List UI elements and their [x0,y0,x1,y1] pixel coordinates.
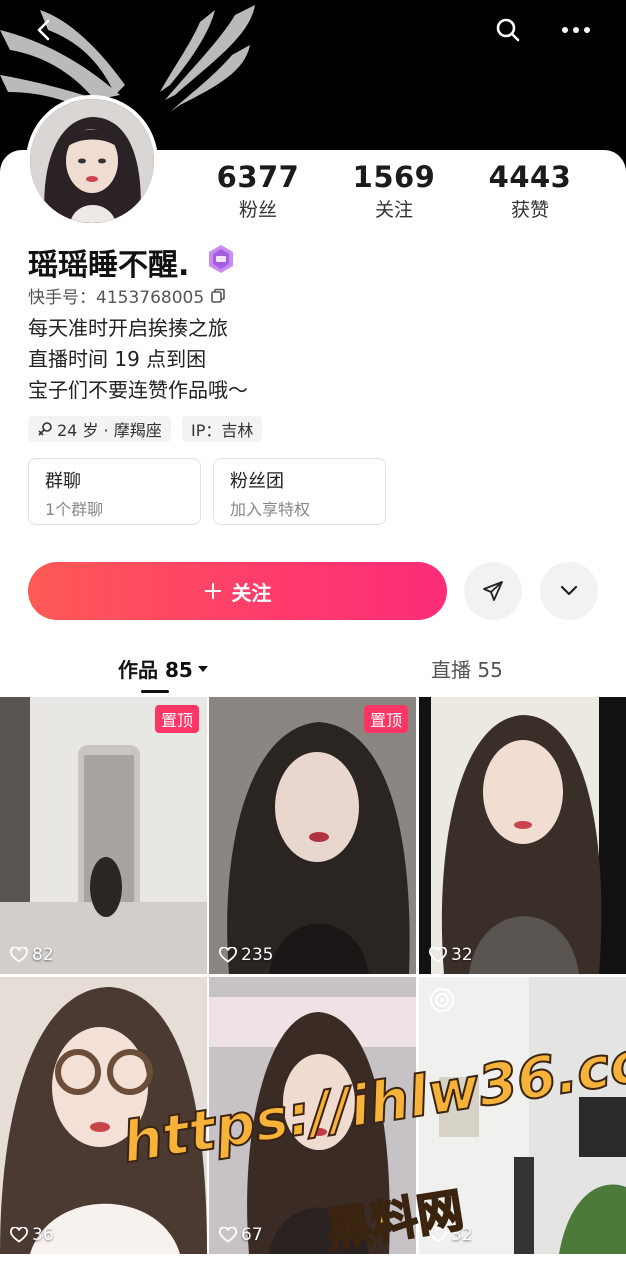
like-count: 82 [10,945,54,965]
post-thumbnail[interactable]: 32 [419,697,626,974]
ip-tag: IP：吉林 [182,416,263,442]
card-subtitle: 加入享特权 [230,500,311,519]
heart-icon [10,1227,28,1243]
like-count-value: 32 [451,945,473,965]
bio-line: 每天准时开启挨揍之旅 [28,316,228,340]
fan-club-card[interactable]: 粉丝团 加入享特权 [213,458,386,525]
expand-button[interactable] [540,562,598,620]
tab-live[interactable]: 直播 55 [431,654,503,683]
age-text: 24 岁 · 摩羯座 [57,421,162,440]
card-subtitle: 1个群聊 [45,500,104,519]
age-tag: 24 岁 · 摩羯座 [28,416,171,442]
stat-label: 关注 [374,199,413,221]
gender-icon [38,422,52,436]
tab-works[interactable]: 作品 85 [118,654,209,683]
stat-value: 6377 [216,160,300,194]
stat-value: 4443 [488,160,572,194]
copy-icon[interactable] [210,288,226,304]
search-button[interactable] [488,10,528,50]
plus-icon [204,583,221,599]
level-badge-icon [209,245,233,273]
stat-label: 获赞 [510,199,549,221]
stat-label: 粉丝 [238,199,277,221]
like-count-value: 235 [241,945,274,965]
card-title: 群聊 [45,471,81,492]
follow-label: 关注 [231,580,272,605]
stat-likes[interactable]: 4443 获赞 [470,160,590,222]
watermark: https://ihlw36.com 黑料网 [100,1019,626,1272]
back-icon [37,19,50,41]
heart-icon [219,947,237,963]
heart-icon [429,947,447,963]
profile-name: 瑶瑶睡不醒. [28,248,190,283]
post-image [0,697,207,974]
more-icon [562,27,590,33]
like-count-value: 82 [32,945,54,965]
chevron-down-icon [560,585,578,596]
search-icon [496,18,520,42]
card-title: 粉丝团 [230,471,284,492]
tab-label: 直播 55 [431,658,503,682]
kuaishou-id-text: 快手号：4153768005 [28,288,205,308]
ip-text: IP：吉林 [191,421,254,440]
kuaishou-id[interactable]: 快手号：4153768005 [28,283,226,308]
like-count-value: 36 [32,1225,54,1245]
pinned-badge: 置顶 [363,705,408,733]
share-icon [483,581,503,601]
post-thumbnail[interactable]: 置顶 235 [209,697,416,974]
stat-followers[interactable]: 6377 粉丝 [198,160,318,222]
bio-line: 宝子们不要连赞作品哦～ [28,378,248,402]
back-button[interactable] [24,10,64,50]
heart-icon [10,947,28,963]
stat-following[interactable]: 1569 关注 [334,160,454,222]
tab-label: 作品 85 [118,658,193,682]
post-image [419,697,626,974]
avatar[interactable] [26,95,158,227]
caret-down-icon [197,665,208,672]
post-thumbnail[interactable]: 置顶 82 [0,697,207,974]
like-count: 36 [10,1225,54,1245]
share-button[interactable] [464,562,522,620]
post-image [209,697,416,974]
bio: 每天准时开启挨揍之旅 直播时间 19 点到困 宝子们不要连赞作品哦～ [28,313,248,406]
avatar-image [30,99,154,223]
live-icon [430,988,454,1012]
bio-line: 直播时间 19 点到困 [28,347,207,371]
pinned-badge: 置顶 [154,705,199,733]
follow-button[interactable]: 关注 [28,562,447,620]
more-button[interactable] [556,10,596,50]
tab-indicator [141,690,169,693]
like-count: 32 [429,945,473,965]
watermark-text: 黑料网 [321,1182,468,1259]
stat-value: 1569 [352,160,436,194]
like-count: 235 [219,945,273,965]
group-chat-card[interactable]: 群聊 1个群聊 [28,458,201,525]
